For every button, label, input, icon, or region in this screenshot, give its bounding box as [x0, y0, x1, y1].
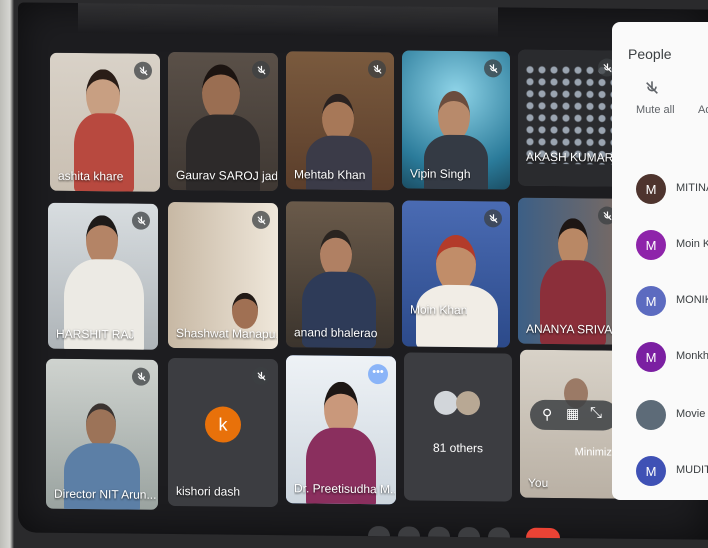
avatar: [434, 390, 458, 415]
participant-name: Monkhu: [676, 350, 708, 362]
avatar: M: [636, 230, 666, 260]
participant-name: Vipin Singh: [410, 166, 471, 182]
add-people-button[interactable]: Ad: [698, 104, 708, 116]
screen-glare: [78, 3, 498, 38]
mic-off-icon: [368, 60, 386, 79]
pin-icon[interactable]: ⚲: [542, 406, 552, 423]
participant-name: Movie [: [676, 408, 708, 420]
monitor-screen: ashita khare Gaurav SAROJ jad... Mehtab …: [18, 2, 708, 540]
participant-name: Dr. Preetisudha M...: [294, 481, 396, 497]
video-tile[interactable]: Gaurav SAROJ jad...: [168, 51, 278, 192]
mic-off-icon: [252, 60, 270, 80]
mic-off-icon: [132, 367, 150, 386]
mic-off-icon: [252, 366, 270, 386]
leave-call-button[interactable]: [526, 527, 560, 539]
participant-name: Moin Khan: [410, 302, 468, 318]
avatar: M: [636, 174, 666, 204]
mic-off-icon: [484, 209, 502, 228]
self-tile[interactable]: ⚲ ▦ ⤡ Minimize You: [520, 349, 624, 499]
participant-name: MITINAM SI: [676, 182, 708, 194]
video-tile[interactable]: Shashwat Manapu...: [168, 201, 278, 350]
avatar: k: [205, 406, 241, 443]
people-panel: People Mute all Ad M MITINAM SI M Moin K…: [612, 22, 708, 500]
participant-name: kishori dash: [176, 484, 241, 499]
participant-name: MONIKA: [676, 294, 708, 306]
video-tile[interactable]: k kishori dash: [168, 357, 278, 508]
participant-name: anand bhalerao: [294, 325, 378, 341]
participant-name: Mehtab Khan: [294, 167, 366, 183]
avatar: M: [636, 286, 666, 316]
video-tile[interactable]: Mehtab Khan: [286, 51, 394, 191]
video-tile[interactable]: ANANYA SRIVAST...: [518, 197, 624, 345]
participant-name: HARSHIT RAJ: [56, 326, 135, 342]
video-tile[interactable]: Director NIT Arun...: [46, 358, 158, 510]
avatar: M: [636, 456, 666, 486]
mic-off-icon: [132, 211, 150, 230]
avatar: [456, 390, 480, 416]
more-options-icon[interactable]: •••: [368, 364, 388, 385]
participant-name: Shashwat Manapu...: [176, 326, 278, 342]
others-count: 81 others: [432, 440, 484, 456]
video-tile[interactable]: HARSHIT RAJ: [48, 202, 158, 350]
video-tile[interactable]: anand bhalerao: [286, 201, 394, 349]
participant-name: Moin Khan: [676, 238, 708, 250]
video-tile[interactable]: Moin Khan: [402, 200, 510, 348]
participant-name: MUDIT: [676, 464, 708, 476]
mic-off-icon: [484, 59, 502, 78]
avatar: M: [636, 342, 666, 372]
video-tile[interactable]: Vipin Singh: [402, 50, 510, 190]
participant-name: ANANYA SRIVAST...: [526, 321, 624, 337]
minimize-icon[interactable]: ⤡: [590, 404, 602, 421]
participant-name: Gaurav SAROJ jad...: [176, 168, 278, 184]
people-panel-title: People: [628, 46, 672, 62]
participant-name: AKASH KUMAR G: [526, 149, 624, 165]
participant-name: ashita khare: [58, 168, 124, 184]
participant-name: Director NIT Arun...: [54, 486, 157, 502]
video-tile[interactable]: ashita khare: [50, 52, 160, 192]
avatar: [636, 400, 666, 430]
mute-all-button[interactable]: Mute all: [636, 104, 675, 116]
mic-off-icon: [134, 61, 152, 80]
video-tile-speaking[interactable]: ••• Dr. Preetisudha M...: [286, 355, 396, 505]
participant-name: You: [528, 475, 549, 490]
video-tile[interactable]: AKASH KUMAR G: [518, 49, 624, 187]
mic-off-icon: [646, 81, 658, 94]
photo-frame: ashita khare Gaurav SAROJ jad... Mehtab …: [0, 0, 708, 548]
mic-off-icon: [252, 210, 270, 230]
bottom-controls: [18, 2, 708, 539]
others-tile[interactable]: 81 others: [404, 352, 512, 502]
self-view-controls: ⚲ ▦ ⤡: [530, 399, 618, 431]
fullscreen-icon[interactable]: ▦: [566, 405, 579, 422]
